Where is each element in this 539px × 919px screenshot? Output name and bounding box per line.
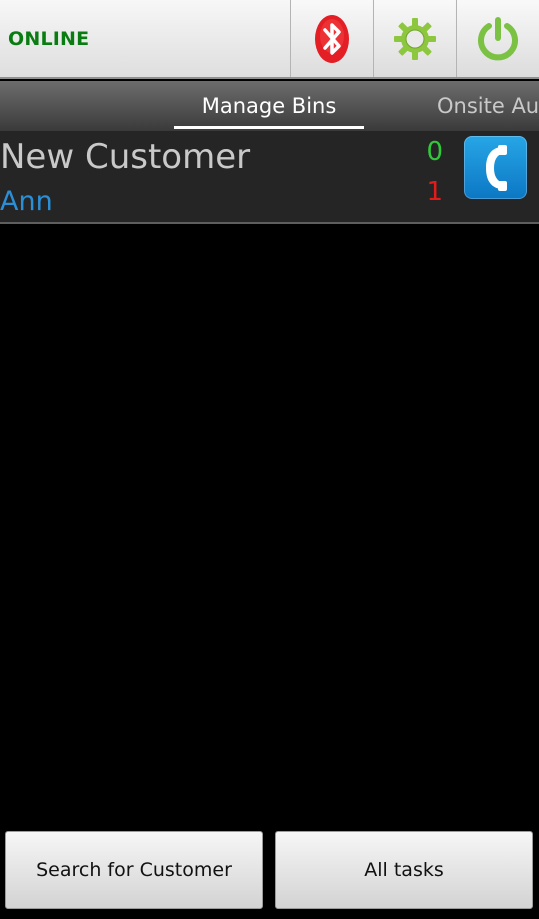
tab-bar: Manage Bins Onsite Au xyxy=(0,81,539,131)
tab-label: Manage Bins xyxy=(201,94,337,118)
pending-count: 1 xyxy=(426,177,443,207)
tab-onsite-audit[interactable]: Onsite Au xyxy=(437,81,539,131)
bluetooth-icon xyxy=(314,14,349,63)
customer-list-item[interactable]: New Customer Ann 0 1 xyxy=(0,131,539,224)
top-action-bar: ONLINE xyxy=(0,0,539,79)
power-button[interactable] xyxy=(456,0,539,77)
all-tasks-button[interactable]: All tasks xyxy=(275,831,533,909)
power-icon xyxy=(478,16,518,60)
app-screen: ONLINE Manage Bins Onsite Au New Custome… xyxy=(0,0,539,919)
tab-manage-bins[interactable]: Manage Bins xyxy=(174,81,364,131)
call-customer-button[interactable] xyxy=(464,136,527,199)
phone-icon xyxy=(485,144,507,191)
completed-count: 0 xyxy=(426,137,443,167)
tab-label: Onsite Au xyxy=(437,94,539,118)
customer-contact: Ann xyxy=(0,186,53,217)
gear-icon xyxy=(393,17,436,60)
customer-name: New Customer xyxy=(0,137,251,177)
connection-status: ONLINE xyxy=(8,28,90,50)
settings-button[interactable] xyxy=(373,0,455,77)
bluetooth-button[interactable] xyxy=(290,0,372,77)
search-for-customer-button[interactable]: Search for Customer xyxy=(5,831,263,909)
